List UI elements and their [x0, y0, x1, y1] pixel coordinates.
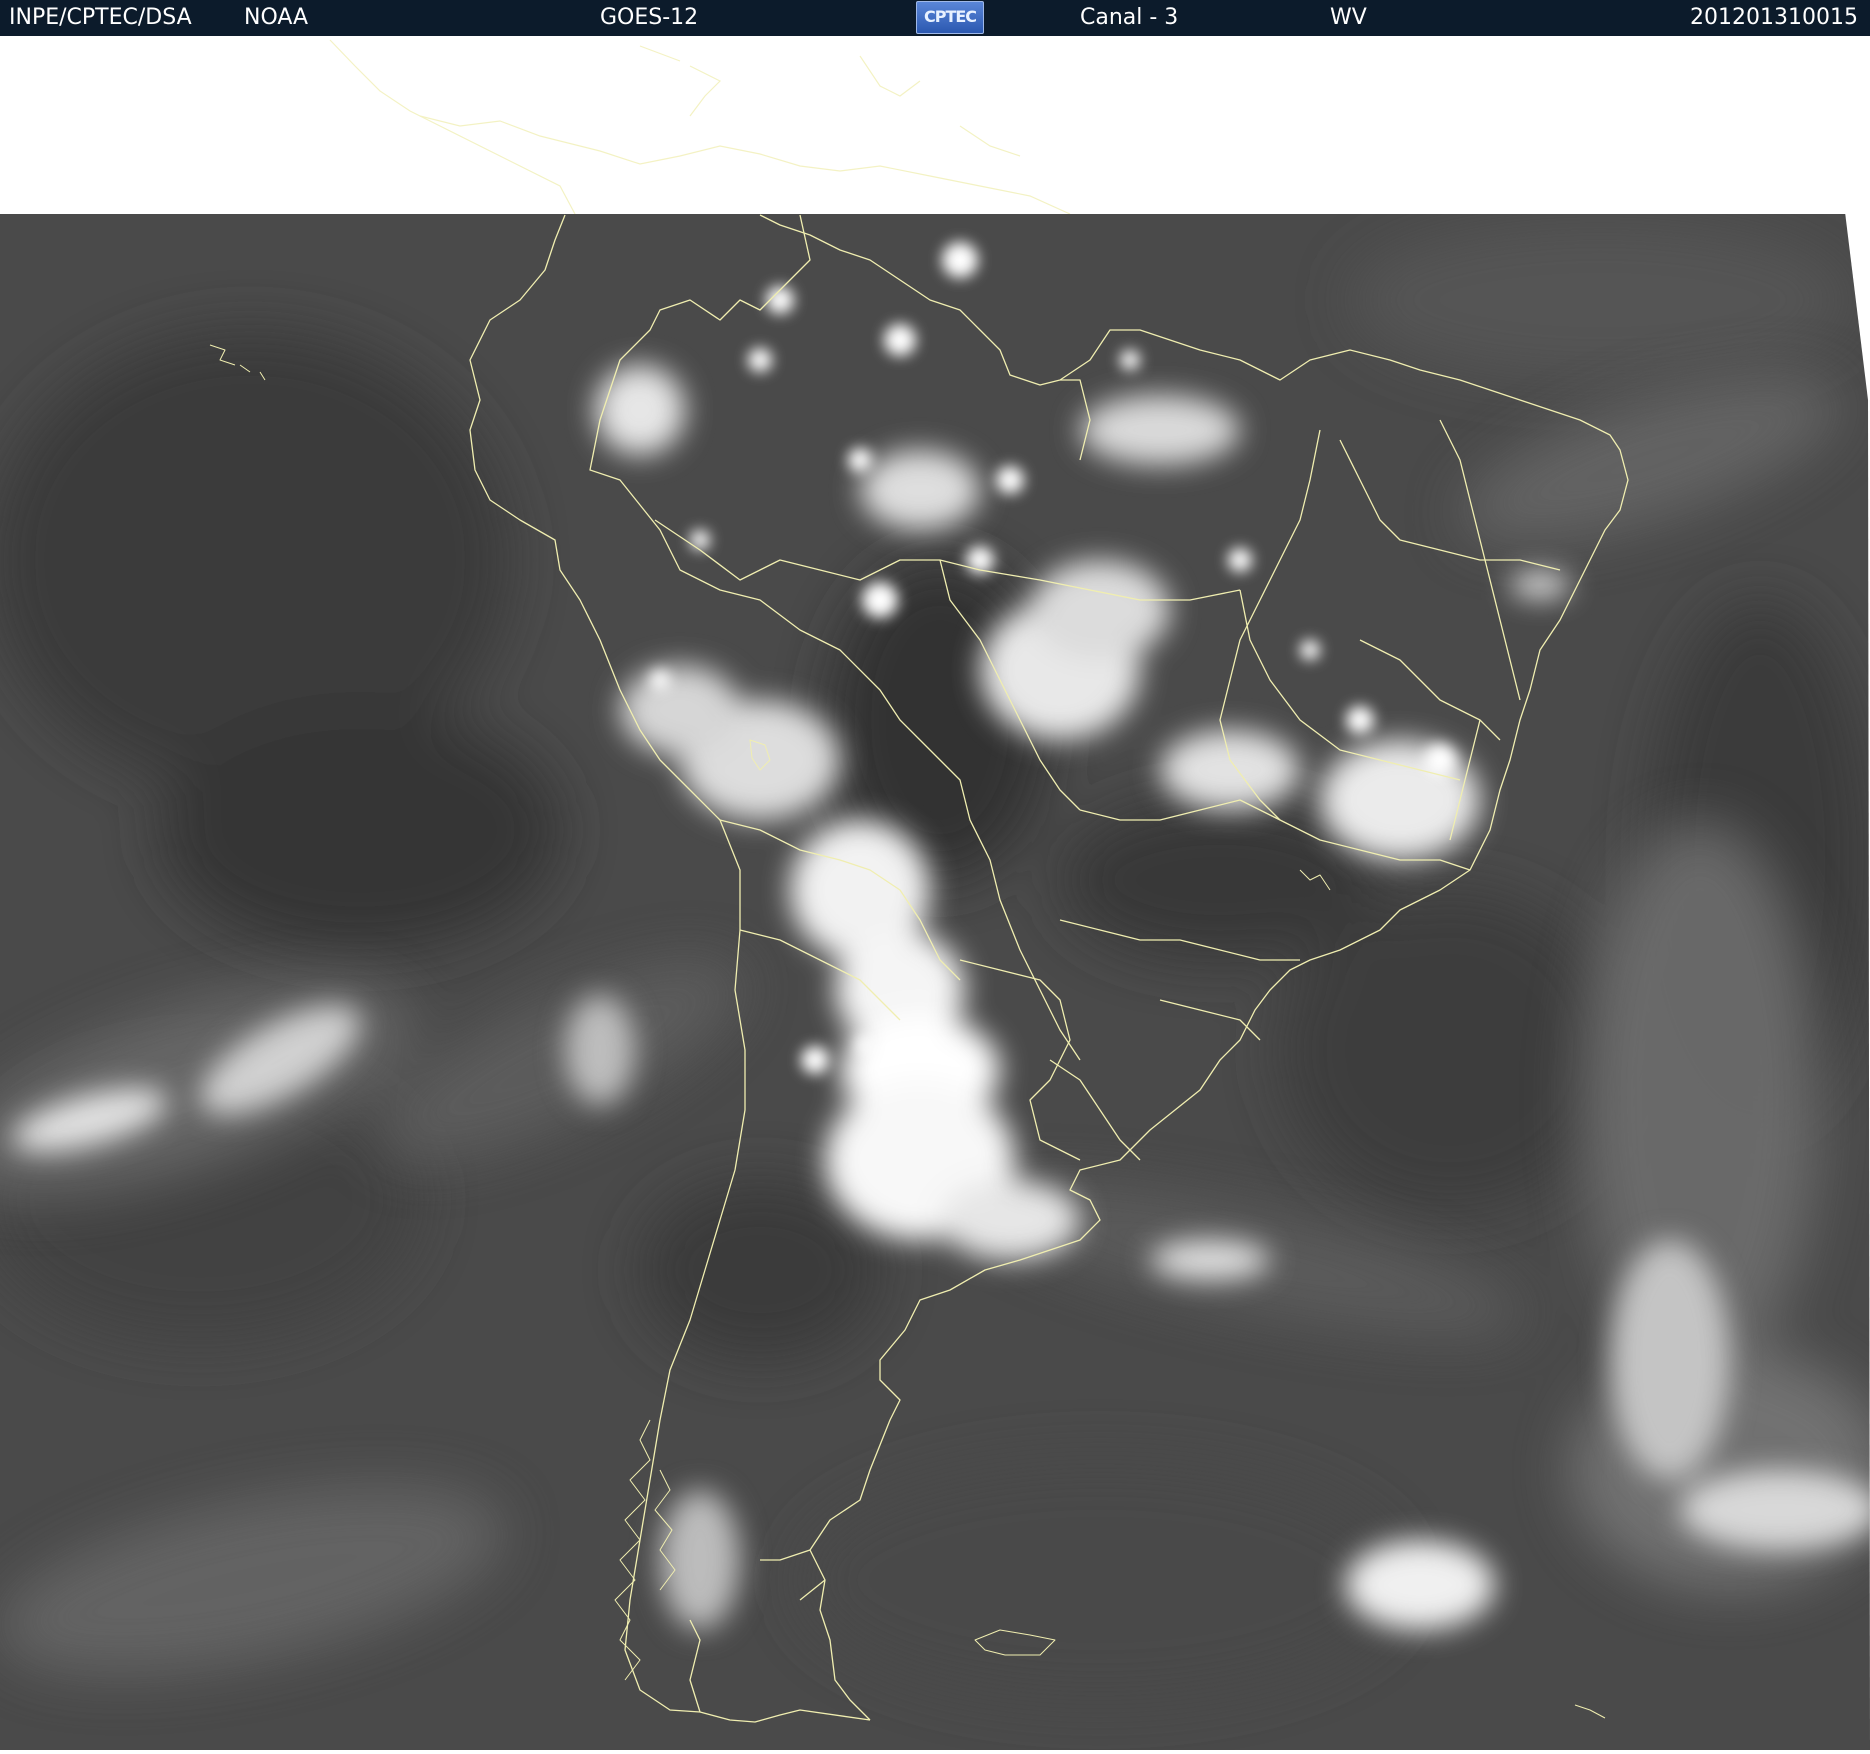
channel-label: Canal - 3 [1080, 5, 1179, 30]
cptec-logo: CPTEC [916, 1, 984, 34]
timestamp-label: 201201310015 [1690, 5, 1858, 30]
no-data-area [0, 36, 1870, 214]
source-label: NOAA [244, 5, 309, 30]
satellite-label: GOES-12 [600, 5, 699, 30]
cptec-logo-text: CPTEC [923, 7, 977, 26]
agency-label: INPE/CPTEC/DSA [9, 5, 192, 30]
satellite-image [0, 0, 1870, 1750]
image-header-bar: INPE/CPTEC/DSA NOAA GOES-12 CPTEC Canal … [0, 0, 1870, 36]
band-label: WV [1330, 5, 1367, 30]
